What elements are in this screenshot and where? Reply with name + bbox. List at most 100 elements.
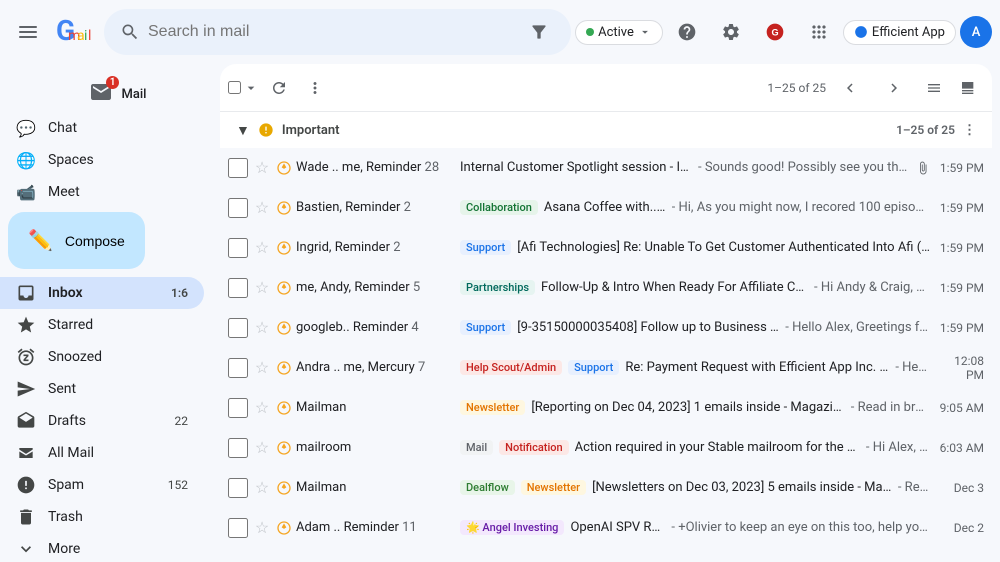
email-checkbox[interactable] — [228, 318, 248, 338]
table-row[interactable]: ☆ Adam .. Reminder 11 🌟 Angel Investing … — [220, 508, 992, 548]
important-marker[interactable] — [276, 320, 292, 336]
email-subject: Asana Coffee with... you? — [544, 200, 666, 215]
email-time: 1:59 PM — [934, 241, 984, 255]
sidebar-item-inbox[interactable]: Inbox 1:6 — [0, 277, 204, 309]
efficient-app-button[interactable]: Efficient App — [843, 20, 956, 45]
important-marker[interactable] — [276, 480, 292, 496]
email-checkbox[interactable] — [228, 198, 248, 218]
sidebar-item-spaces[interactable]: 🌐 Spaces — [0, 144, 110, 176]
email-content: Internal Customer Spotlight session - In… — [460, 160, 912, 175]
sidebar-item-more[interactable]: More — [0, 533, 204, 562]
view-list-button[interactable] — [918, 72, 950, 104]
sidebar-item-drafts[interactable]: Drafts 22 — [0, 405, 204, 437]
email-meta: 1:59 PM — [934, 321, 984, 335]
star-button[interactable]: ☆ — [252, 358, 272, 377]
sidebar-item-chat[interactable]: 💬 Chat — [0, 112, 93, 144]
apps-button[interactable] — [799, 12, 839, 52]
email-meta: 12:08 PM — [934, 354, 984, 382]
emails-container: ☆ Wade .. me, Reminder 28 Internal Custo… — [220, 148, 992, 554]
table-row[interactable]: ☆ Ingrid, Reminder 2 Support [Afi Techno… — [220, 228, 992, 268]
email-time: Dec 2 — [934, 521, 984, 535]
table-row[interactable]: ☆ Mailman DealflowNewsletter [Newsletter… — [220, 468, 992, 508]
email-sender: Mailman — [296, 480, 456, 495]
email-preview: - Hello Alex, Greetings from Google Bus.… — [785, 320, 930, 335]
settings-button[interactable] — [711, 12, 751, 52]
refresh-button[interactable] — [263, 72, 295, 104]
star-button[interactable]: ☆ — [252, 518, 272, 537]
sidebar-item-trash[interactable]: Trash — [0, 501, 204, 533]
next-page-button[interactable] — [874, 68, 914, 108]
important-marker[interactable] — [276, 400, 292, 416]
important-marker[interactable] — [276, 160, 292, 176]
star-button[interactable]: ☆ — [252, 278, 272, 297]
email-checkbox[interactable] — [228, 438, 248, 458]
hamburger-button[interactable] — [8, 12, 48, 52]
mail-icon-button[interactable]: 1 — [89, 80, 113, 108]
help-button[interactable] — [667, 12, 707, 52]
compose-button[interactable]: ✏️ Compose — [8, 212, 145, 269]
account-circle-button[interactable]: G — [755, 12, 795, 52]
table-row[interactable]: ☆ Chieu-A.. Reminder 4 Affiliate & Refer… — [220, 548, 992, 554]
sidebar-item-spam[interactable]: Spam 152 — [0, 469, 204, 501]
more-icon — [16, 539, 36, 559]
sidebar-item-sent[interactable]: Sent — [0, 373, 204, 405]
email-content: Partnerships Follow-Up & Intro When Read… — [460, 280, 930, 295]
prev-page-button[interactable] — [830, 68, 870, 108]
important-marker[interactable] — [276, 440, 292, 456]
sidebar-item-meet[interactable]: 📹 Meet — [0, 176, 96, 208]
email-checkbox[interactable] — [228, 518, 248, 538]
important-marker[interactable] — [276, 280, 292, 296]
email-content: Collaboration Asana Coffee with... you? … — [460, 200, 930, 215]
search-bar[interactable] — [104, 9, 571, 55]
select-all-control[interactable] — [228, 80, 259, 96]
email-subject: [Newsletters on Dec 03, 2023] 5 emails i… — [592, 480, 892, 495]
email-checkbox[interactable] — [228, 158, 248, 178]
email-checkbox[interactable] — [228, 398, 248, 418]
email-checkbox[interactable] — [228, 278, 248, 298]
sidebar-item-starred[interactable]: Starred — [0, 309, 204, 341]
important-marker[interactable] — [276, 200, 292, 216]
email-sender: Andra .. me, Mercury 7 — [296, 360, 456, 375]
email-preview: - Sounds good! Possibly see you there An… — [698, 160, 912, 175]
email-subject: [Reporting on Dec 04, 2023] 1 emails ins… — [531, 400, 844, 415]
search-input[interactable] — [148, 23, 515, 41]
star-button[interactable]: ☆ — [252, 438, 272, 457]
email-preview: - +Olivier to keep an eye on this too, h… — [671, 520, 930, 535]
star-button[interactable]: ☆ — [252, 318, 272, 337]
sidebar-item-allmail[interactable]: All Mail — [0, 437, 204, 469]
email-checkbox[interactable] — [228, 238, 248, 258]
more-options-button[interactable] — [299, 72, 331, 104]
table-row[interactable]: ☆ Wade .. me, Reminder 28 Internal Custo… — [220, 148, 992, 188]
dropdown-arrow-icon[interactable] — [243, 80, 259, 96]
view-split-button[interactable] — [952, 72, 984, 104]
email-content: Support [9-35150000035408] Follow up to … — [460, 320, 930, 335]
star-button[interactable]: ☆ — [252, 198, 272, 217]
email-subject: Follow-Up & Intro When Ready For Affilia… — [541, 280, 808, 295]
email-checkbox[interactable] — [228, 358, 248, 378]
svg-text:G: G — [771, 27, 778, 37]
star-button[interactable]: ☆ — [252, 398, 272, 417]
table-row[interactable]: ☆ Mailman Newsletter [Reporting on Dec 0… — [220, 388, 992, 428]
important-marker[interactable] — [276, 240, 292, 256]
section-collapse-button[interactable]: ▼ — [236, 122, 250, 139]
user-avatar[interactable]: A — [960, 16, 992, 48]
search-filter-button[interactable] — [523, 16, 555, 48]
select-all-checkbox[interactable] — [228, 81, 241, 94]
email-sender: Wade .. me, Reminder 28 — [296, 160, 456, 175]
table-row[interactable]: ☆ mailroom MailNotification Action requi… — [220, 428, 992, 468]
email-tag: Newsletter — [460, 400, 525, 415]
table-row[interactable]: ☆ Bastien, Reminder 2 Collaboration Asan… — [220, 188, 992, 228]
table-row[interactable]: ☆ googleb.. Reminder 4 Support [9-351500… — [220, 308, 992, 348]
important-marker[interactable] — [276, 360, 292, 376]
star-button[interactable]: ☆ — [252, 158, 272, 177]
section-menu-button[interactable]: ⋮ — [963, 123, 976, 138]
email-tag: Support — [460, 320, 511, 335]
star-button[interactable]: ☆ — [252, 478, 272, 497]
important-marker[interactable] — [276, 520, 292, 536]
sidebar-item-snoozed[interactable]: Snoozed — [0, 341, 204, 373]
table-row[interactable]: ☆ Andra .. me, Mercury 7 Help Scout/Admi… — [220, 348, 992, 388]
email-checkbox[interactable] — [228, 478, 248, 498]
active-status-badge[interactable]: Active — [575, 20, 663, 45]
star-button[interactable]: ☆ — [252, 238, 272, 257]
table-row[interactable]: ☆ me, Andy, Reminder 5 Partnerships Foll… — [220, 268, 992, 308]
